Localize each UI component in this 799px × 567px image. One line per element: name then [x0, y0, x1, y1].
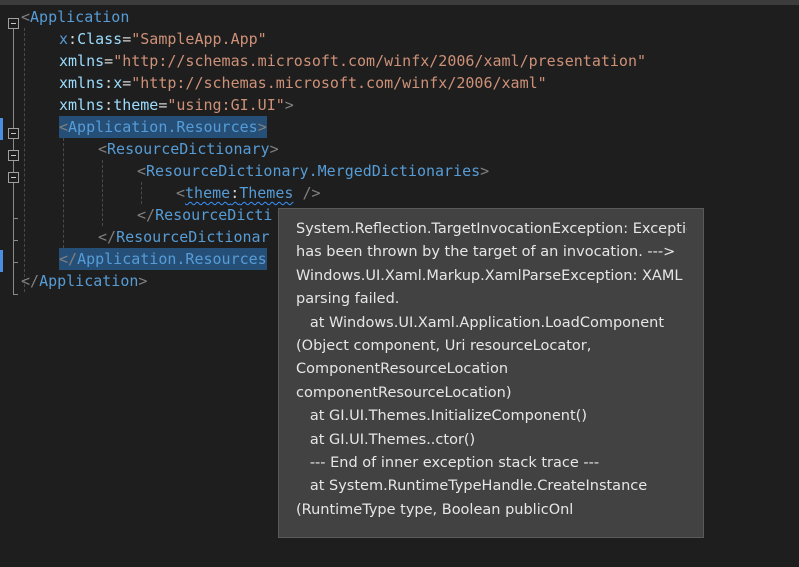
code-token: Application — [30, 8, 130, 26]
code-token: xmlns — [59, 96, 105, 114]
code-line[interactable]: <ResourceDictionary> — [0, 138, 799, 160]
error-tooltip: System.Reflection.TargetInvocationExcept… — [278, 208, 704, 538]
code-token: x — [113, 74, 123, 92]
code-token: /> — [302, 184, 321, 202]
code-token: = — [122, 30, 132, 48]
code-token: = — [104, 52, 114, 70]
code-line[interactable]: xmlns:x="http://schemas.microsoft.com/wi… — [0, 72, 799, 94]
code-text: <ResourceDictionary.MergedDictionaries> — [137, 160, 489, 182]
code-line[interactable]: <ResourceDictionary.MergedDictionaries> — [0, 160, 799, 182]
code-text: xmlns:x="http://schemas.microsoft.com/wi… — [59, 72, 547, 94]
code-token: "using:GI.UI" — [167, 96, 285, 114]
tooltip-line: ComponentResourceLocation — [296, 361, 509, 378]
code-text: <theme:Themes /> — [176, 182, 321, 204]
code-line[interactable]: x:Class="SampleApp.App" — [0, 28, 799, 50]
code-text: xmlns="http://schemas.microsoft.com/winf… — [59, 50, 646, 72]
code-text: </Application> — [21, 270, 147, 292]
code-token: ResourceDictionar — [116, 228, 270, 246]
code-token: : — [230, 184, 240, 202]
code-token: xmlns — [59, 74, 105, 92]
code-line[interactable]: xmlns:theme="using:GI.UI"> — [0, 94, 799, 116]
code-token: < — [21, 8, 31, 26]
tooltip-line: at GI.UI.Themes..ctor() — [296, 431, 476, 448]
code-line[interactable]: <Application — [0, 6, 799, 28]
tooltip-line: at GI.UI.Themes.InitializeComponent() — [296, 408, 587, 425]
code-token: "SampleApp.App" — [131, 30, 267, 48]
code-token: ResourceDictionary.MergedDictionaries — [146, 162, 481, 180]
code-text: </Application.Resources — [59, 248, 267, 270]
code-token: Themes — [239, 184, 294, 202]
code-token: Class — [77, 30, 123, 48]
code-line-selected[interactable]: <Application.Resources> — [0, 116, 799, 138]
code-text: <ResourceDictionary> — [98, 138, 279, 160]
code-token: < — [137, 162, 147, 180]
code-line[interactable]: xmlns="http://schemas.microsoft.com/winf… — [0, 50, 799, 72]
tooltip-line: --- End of inner exception stack trace -… — [296, 455, 600, 472]
tooltip-line: (Object component, Uri resourceLocator, — [296, 338, 592, 355]
code-text: xmlns:theme="using:GI.UI"> — [59, 94, 294, 116]
code-token: theme — [185, 184, 231, 202]
tooltip-line: has been thrown by the target of an invo… — [296, 244, 676, 261]
code-text: </ResourceDictionar — [98, 226, 270, 248]
code-line-error[interactable]: <theme:Themes /> — [0, 182, 799, 204]
code-token: : — [68, 30, 78, 48]
tooltip-line: System.Reflection.TargetInvocationExcept… — [296, 221, 687, 237]
code-token: > — [480, 162, 490, 180]
tooltip-line: at Windows.UI.Xaml.Application.LoadCompo… — [296, 314, 665, 331]
code-token: = — [122, 74, 132, 92]
code-token: < — [59, 118, 69, 136]
tooltip-line: at System.RuntimeTypeHandle.CreateInstan… — [296, 478, 648, 495]
code-token: theme — [113, 96, 159, 114]
editor-top-border — [0, 0, 799, 5]
code-token: </ — [98, 228, 117, 246]
tooltip-line: (RuntimeType type, Boolean publicOnl — [296, 501, 574, 518]
code-text: x:Class="SampleApp.App" — [59, 28, 267, 50]
code-token: ResourceDicti — [155, 206, 273, 224]
code-token: > — [257, 118, 267, 136]
tooltip-line: parsing failed. — [296, 291, 400, 308]
code-token: </ — [59, 250, 78, 268]
code-text: <Application.Resources> — [59, 116, 267, 138]
code-token: : — [104, 74, 114, 92]
code-text: <Application — [21, 6, 129, 28]
code-token: > — [284, 96, 294, 114]
code-token: Application — [39, 272, 139, 290]
tooltip-line: Windows.UI.Xaml.Markup.XamlParseExceptio… — [296, 267, 683, 284]
code-token: Application.Resources — [68, 118, 258, 136]
code-token: : — [104, 96, 114, 114]
code-token: "http://schemas.microsoft.com/winfx/2006… — [113, 52, 647, 70]
code-token: Application.Resources — [77, 250, 267, 268]
code-token: </ — [137, 206, 156, 224]
code-token: < — [98, 140, 108, 158]
tooltip-line: componentResourceLocation) — [296, 384, 512, 401]
code-token: "http://schemas.microsoft.com/winfx/2006… — [131, 74, 547, 92]
code-token: x — [59, 30, 69, 48]
code-token: > — [269, 140, 279, 158]
code-token: < — [176, 184, 186, 202]
code-text: </ResourceDicti — [137, 204, 272, 226]
code-token: </ — [21, 272, 40, 290]
code-token: ResourceDictionary — [107, 140, 270, 158]
code-token: > — [138, 272, 148, 290]
code-token: xmlns — [59, 52, 105, 70]
